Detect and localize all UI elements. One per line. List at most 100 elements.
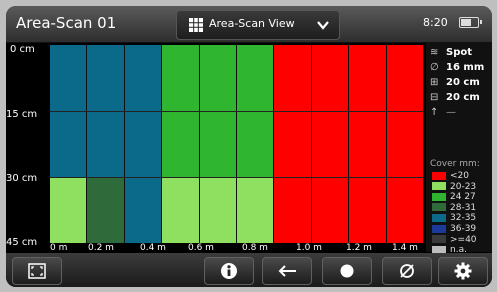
x-tick-label: 0.6 m bbox=[188, 243, 214, 253]
grid-icon bbox=[189, 18, 203, 32]
scan-cell[interactable] bbox=[386, 45, 424, 111]
scan-cell[interactable] bbox=[87, 45, 125, 111]
legend-swatch bbox=[432, 224, 446, 233]
view-selector-dropdown[interactable]: Area-Scan View bbox=[176, 10, 340, 40]
gear-icon bbox=[454, 262, 472, 280]
back-button[interactable] bbox=[262, 257, 312, 285]
legend-swatch bbox=[432, 235, 446, 244]
app-window: Area-Scan 01 Area-Scan View 8:20 0 cm 15… bbox=[6, 6, 492, 287]
scan-cell[interactable] bbox=[237, 111, 275, 177]
legend-label: <20 bbox=[450, 171, 469, 181]
battery-icon bbox=[459, 17, 482, 28]
arrow-left-icon bbox=[278, 265, 296, 277]
record-button[interactable] bbox=[322, 257, 372, 285]
legend-label: 20-23 bbox=[450, 181, 477, 192]
scan-cell[interactable] bbox=[237, 45, 275, 111]
scan-cell[interactable] bbox=[199, 45, 237, 111]
legend-swatch bbox=[432, 182, 446, 191]
legend-swatch bbox=[432, 192, 446, 201]
mode-row: ≋ Spot bbox=[430, 47, 473, 58]
diameter-row: ∅ 16 mm bbox=[430, 62, 485, 73]
legend-swatch bbox=[432, 171, 446, 180]
settings-button[interactable] bbox=[438, 257, 488, 285]
legend-swatch bbox=[432, 213, 446, 222]
legend-label: 28-31 bbox=[450, 202, 477, 213]
scan-cell[interactable] bbox=[124, 111, 163, 177]
view-selector-label: Area-Scan View bbox=[209, 17, 295, 30]
grid-line bbox=[50, 111, 424, 112]
scan-cell[interactable] bbox=[87, 111, 125, 177]
fullscreen-button[interactable] bbox=[12, 257, 62, 285]
layers-icon: ≋ bbox=[430, 47, 439, 58]
scan-cell[interactable] bbox=[199, 111, 237, 177]
scan-cell[interactable] bbox=[50, 45, 88, 111]
scan-cell[interactable] bbox=[386, 177, 424, 243]
title-bar: Area-Scan 01 Area-Scan View 8:20 bbox=[6, 6, 492, 43]
width-icon: ⊟ bbox=[430, 92, 439, 103]
diameter-icon: ∅ bbox=[430, 62, 439, 73]
scan-cell[interactable] bbox=[274, 45, 312, 111]
arrow-up-icon: ↑ bbox=[430, 107, 439, 118]
y-tick-label: 45 cm bbox=[6, 237, 38, 248]
scan-cell[interactable] bbox=[87, 177, 125, 243]
scan-cell[interactable] bbox=[311, 177, 350, 243]
dot-icon bbox=[340, 264, 354, 278]
y-tick-label: 0 cm bbox=[10, 44, 35, 55]
x-tick-label: 0.2 m bbox=[88, 243, 114, 253]
info-button[interactable] bbox=[204, 257, 254, 285]
scan-cell[interactable] bbox=[124, 177, 163, 243]
legend-item: 28-31 bbox=[432, 203, 476, 213]
chevron-down-icon bbox=[317, 21, 329, 30]
legend-item: >=40 bbox=[432, 235, 477, 245]
y-tick-label: 30 cm bbox=[6, 173, 38, 184]
scan-cell[interactable] bbox=[237, 177, 275, 243]
x-tick-label: 0 m bbox=[50, 243, 68, 253]
scan-cell[interactable] bbox=[349, 45, 387, 111]
scan-cell[interactable] bbox=[50, 111, 88, 177]
legend-item: 20-23 bbox=[432, 182, 476, 192]
clock: 8:20 bbox=[423, 16, 448, 29]
grid-line bbox=[50, 177, 424, 178]
info-icon bbox=[221, 263, 237, 279]
x-tick-label: 0.4 m bbox=[140, 243, 166, 253]
scan-cell[interactable] bbox=[386, 111, 424, 177]
info-panel: ≋ Spot ∅ 16 mm ⊞ 20 cm ⊟ 20 cm ↑ — Cover mm: … bbox=[426, 43, 492, 255]
legend-title: Cover mm: bbox=[430, 159, 480, 169]
legend-item: 32-35 bbox=[432, 213, 476, 223]
x-tick-label: 1.2 m bbox=[346, 243, 372, 253]
width-row: ⊟ 20 cm bbox=[430, 92, 480, 103]
x-tick-label: 1.4 m bbox=[392, 243, 418, 253]
scan-cell[interactable] bbox=[199, 177, 237, 243]
area-scan-grid[interactable] bbox=[50, 45, 424, 243]
scan-cell[interactable] bbox=[349, 111, 387, 177]
scan-cell[interactable] bbox=[162, 177, 200, 243]
x-tick-label: 1.0 m bbox=[296, 243, 322, 253]
height-icon: ⊞ bbox=[430, 77, 439, 88]
scan-cell[interactable] bbox=[311, 111, 350, 177]
scan-cell[interactable] bbox=[274, 177, 312, 243]
scan-cell[interactable] bbox=[50, 177, 88, 243]
fullscreen-icon bbox=[28, 263, 46, 279]
legend-item: 24 27 bbox=[432, 192, 476, 202]
legend-swatch bbox=[432, 203, 446, 212]
scan-title: Area-Scan 01 bbox=[16, 14, 117, 32]
y-tick-label: 15 cm bbox=[6, 109, 38, 120]
legend-label: >=40 bbox=[450, 234, 477, 245]
legend-label: 32-35 bbox=[450, 213, 477, 224]
legend-label: 36-39 bbox=[450, 224, 477, 234]
diameter-button[interactable] bbox=[382, 257, 432, 285]
legend-item: 36-39 bbox=[432, 224, 476, 234]
height-row: ⊞ 20 cm bbox=[430, 77, 480, 88]
legend-label: 24 27 bbox=[450, 192, 476, 203]
scan-cell[interactable] bbox=[274, 111, 312, 177]
x-tick-label: 0.8 m bbox=[242, 243, 268, 253]
legend-item: <20 bbox=[432, 171, 469, 181]
arrow-row: ↑ — bbox=[430, 107, 456, 118]
scan-cell[interactable] bbox=[311, 45, 350, 111]
scan-cell[interactable] bbox=[349, 177, 387, 243]
scan-cell[interactable] bbox=[162, 111, 200, 177]
scan-cell[interactable] bbox=[124, 45, 163, 111]
scan-cell[interactable] bbox=[162, 45, 200, 111]
bottom-toolbar bbox=[6, 253, 492, 287]
diameter-icon bbox=[400, 264, 414, 278]
